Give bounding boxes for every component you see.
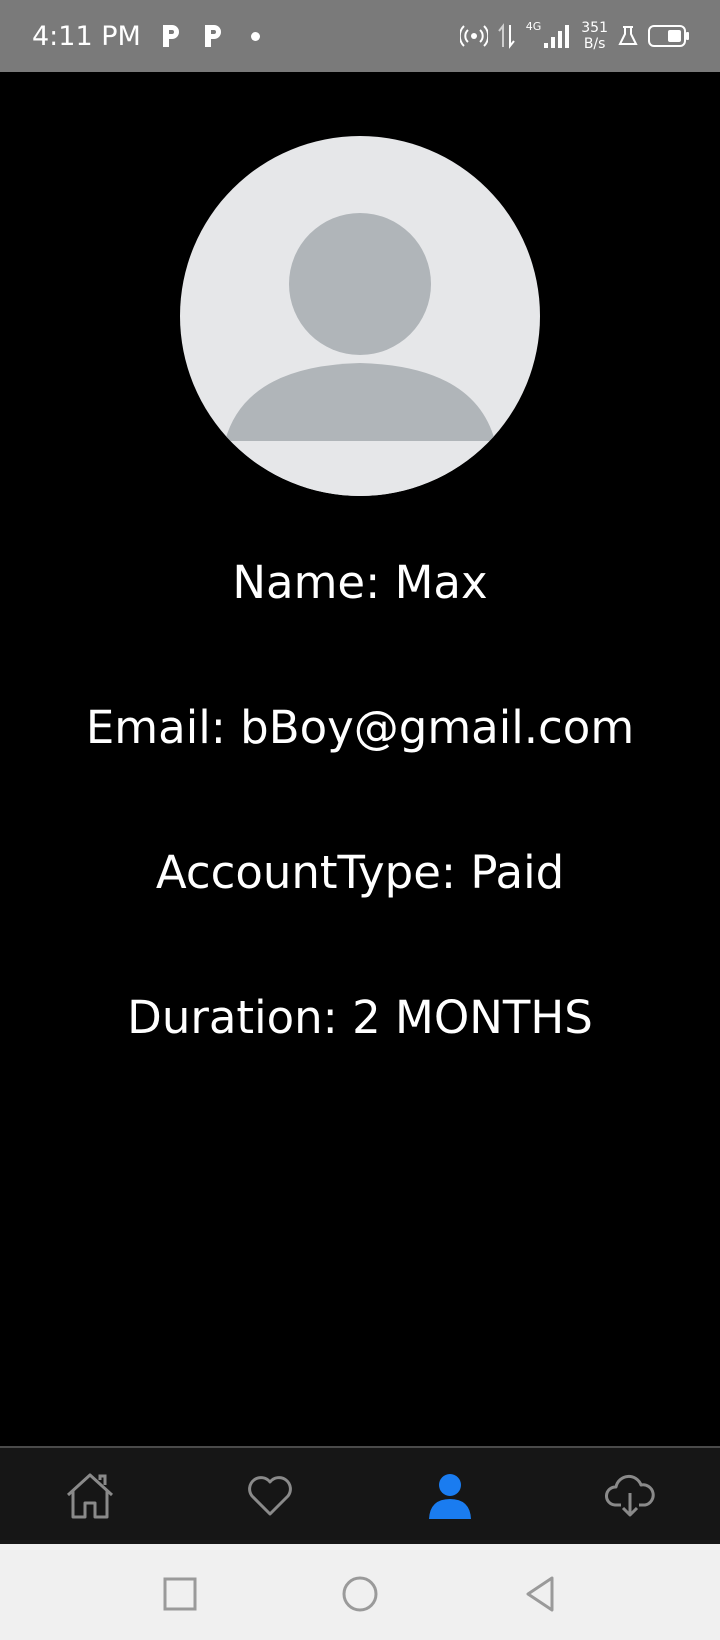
status-bar: 4:11 PM 4G 351 B/s (0, 0, 720, 72)
nav-favorites[interactable] (240, 1466, 300, 1526)
nav-home[interactable] (60, 1466, 120, 1526)
signal-icon (544, 25, 570, 48)
home-button[interactable] (338, 1572, 382, 1616)
nav-downloads[interactable] (600, 1466, 660, 1526)
heart-icon (248, 1476, 292, 1516)
cloud-download-icon (605, 1474, 655, 1517)
nav-profile[interactable] (420, 1466, 480, 1526)
profile-email: Email: bBoy@gmail.com (85, 701, 635, 754)
recents-button[interactable] (158, 1572, 202, 1616)
status-time: 4:11 PM (32, 20, 141, 52)
back-triangle-icon (526, 1576, 554, 1612)
status-left: 4:11 PM (32, 21, 260, 52)
avatar (180, 136, 540, 496)
profile-duration: Duration: 2 MONTHS (127, 991, 593, 1044)
profile-screen: Name: Max Email: bBoy@gmail.com AccountT… (0, 72, 720, 1446)
square-icon (163, 1577, 197, 1611)
profile-name: Name: Max (232, 556, 488, 609)
profile-account-type: AccountType: Paid (155, 846, 565, 899)
home-icon (66, 1473, 114, 1519)
speed-value: 351 (581, 20, 608, 36)
lab-icon (618, 26, 638, 45)
network-type: 4G (525, 19, 542, 33)
network-speed: 351 B/s (581, 20, 608, 52)
back-button[interactable] (518, 1572, 562, 1616)
data-arrows-icon (497, 23, 515, 49)
battery-icon (648, 25, 689, 47)
status-right: 4G 351 B/s (459, 19, 690, 52)
profile-icon (429, 1474, 471, 1519)
circle-icon (342, 1576, 378, 1612)
notification-dot (250, 31, 260, 41)
avatar-placeholder-icon (220, 213, 500, 496)
bottom-nav (0, 1446, 720, 1544)
hotspot-icon (459, 25, 488, 47)
speed-unit: B/s (583, 36, 606, 52)
system-nav-bar (0, 1544, 720, 1640)
p-app-icon (204, 25, 221, 47)
p-app-icon (162, 25, 179, 47)
